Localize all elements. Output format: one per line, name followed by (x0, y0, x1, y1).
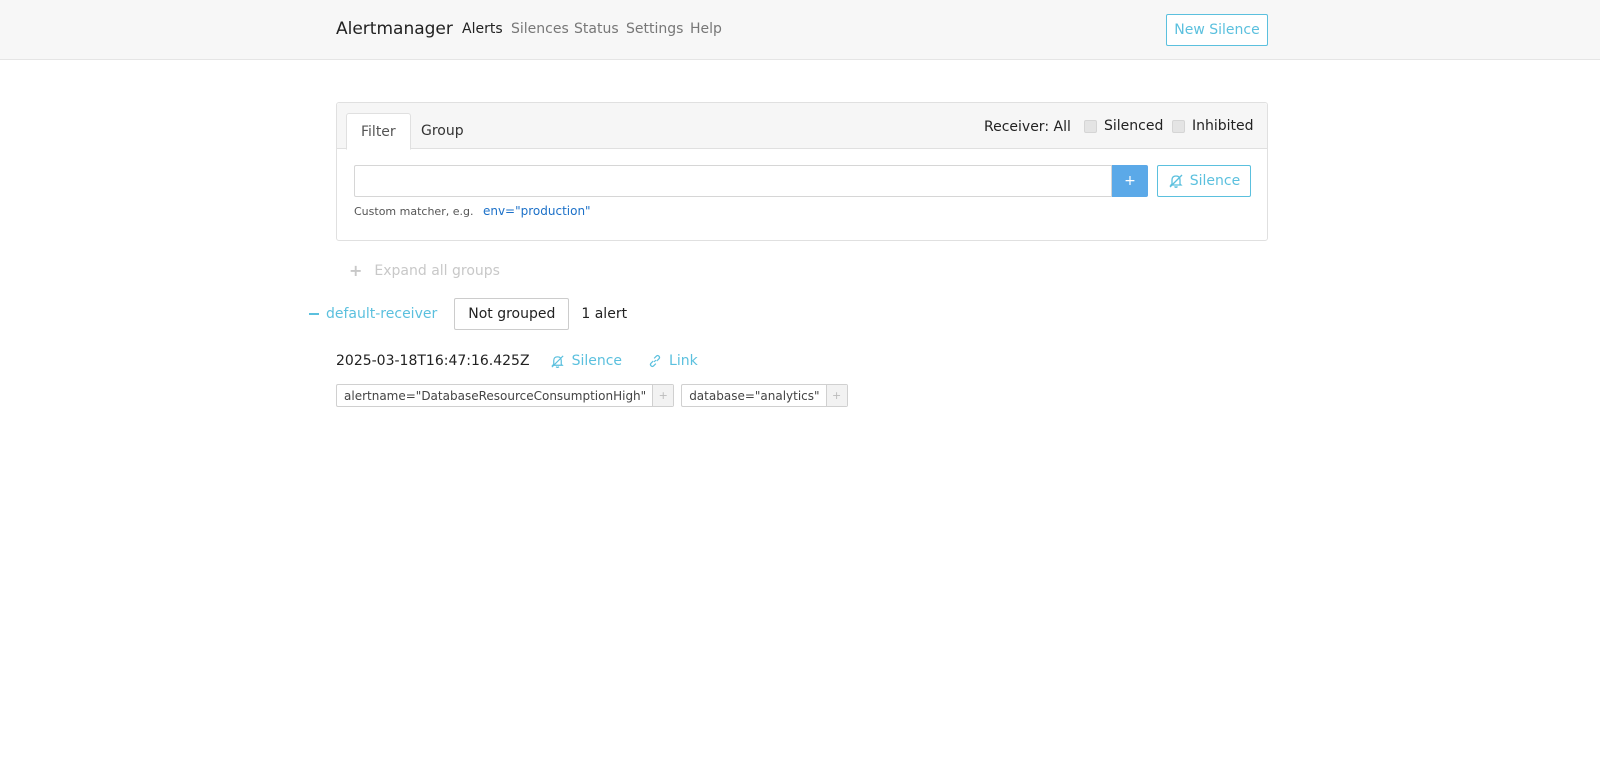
matcher-hint: Custom matcher, e.g. env="production" (354, 204, 591, 218)
tab-filter[interactable]: Filter (346, 113, 411, 150)
filter-card-header: Filter Group Receiver: All Silenced Inhi… (337, 103, 1267, 150)
new-silence-button[interactable]: New Silence (1166, 14, 1268, 46)
alert-silence-button[interactable]: Silence (550, 353, 622, 369)
bell-slash-icon (1169, 174, 1183, 188)
inhibited-label: Inhibited (1192, 118, 1254, 134)
silenced-checkbox[interactable]: Silenced (1084, 118, 1163, 134)
alert-group-header: default-receiver Not grouped 1 alert (309, 298, 627, 330)
nav-help[interactable]: Help (690, 21, 722, 37)
navbar: Alertmanager Alerts Silences Status Sett… (0, 0, 1600, 60)
alert-count: 1 alert (581, 306, 628, 322)
nav-silences[interactable]: Silences (511, 21, 569, 37)
filter-input[interactable] (354, 165, 1112, 197)
label-chip: database="analytics" + (681, 384, 848, 407)
label-chip: alertname="DatabaseResourceConsumptionHi… (336, 384, 675, 407)
brand-logo[interactable]: Alertmanager (336, 19, 453, 39)
alert-silence-label: Silence (571, 353, 623, 369)
bell-slash-icon (550, 354, 564, 368)
filter-card: Filter Group Receiver: All Silenced Inhi… (336, 102, 1268, 241)
inhibited-checkbox[interactable]: Inhibited (1172, 118, 1254, 134)
add-matcher-button[interactable]: + (1112, 165, 1148, 197)
silence-filter-button[interactable]: Silence (1157, 165, 1251, 197)
expand-all-groups[interactable]: + Expand all groups (349, 261, 500, 280)
link-icon (649, 354, 661, 368)
tab-group[interactable]: Group (407, 113, 478, 149)
silence-filter-label: Silence (1189, 173, 1241, 189)
nav-status[interactable]: Status (574, 21, 619, 37)
checkbox-box[interactable] (1172, 119, 1185, 133)
label-text[interactable]: database="analytics" (682, 385, 825, 406)
collapse-icon[interactable] (309, 313, 319, 315)
receiver-link[interactable]: default-receiver (326, 306, 437, 322)
group-badge: Not grouped (454, 298, 570, 330)
alert-link-label: Link (669, 353, 698, 369)
add-label-filter-button[interactable]: + (825, 385, 847, 406)
expand-all-label: Expand all groups (374, 262, 500, 279)
hint-example: env="production" (482, 204, 591, 218)
silenced-label: Silenced (1104, 118, 1164, 134)
alert-timestamp: 2025-03-18T16:47:16.425Z (336, 353, 530, 369)
checkbox-box[interactable] (1084, 119, 1097, 133)
nav-alerts[interactable]: Alerts (462, 21, 503, 37)
hint-text: Custom matcher, e.g. (354, 205, 474, 218)
nav-settings[interactable]: Settings (626, 21, 683, 37)
alert-item: 2025-03-18T16:47:16.425Z Silence Link (336, 353, 724, 369)
alert-link-button[interactable]: Link (648, 353, 698, 369)
receiver-select[interactable]: Receiver: All (984, 119, 1071, 135)
add-label-filter-button[interactable]: + (652, 385, 674, 406)
label-text[interactable]: alertname="DatabaseResourceConsumptionHi… (337, 385, 652, 406)
alert-labels: alertname="DatabaseResourceConsumptionHi… (336, 384, 855, 407)
plus-icon: + (349, 261, 363, 280)
